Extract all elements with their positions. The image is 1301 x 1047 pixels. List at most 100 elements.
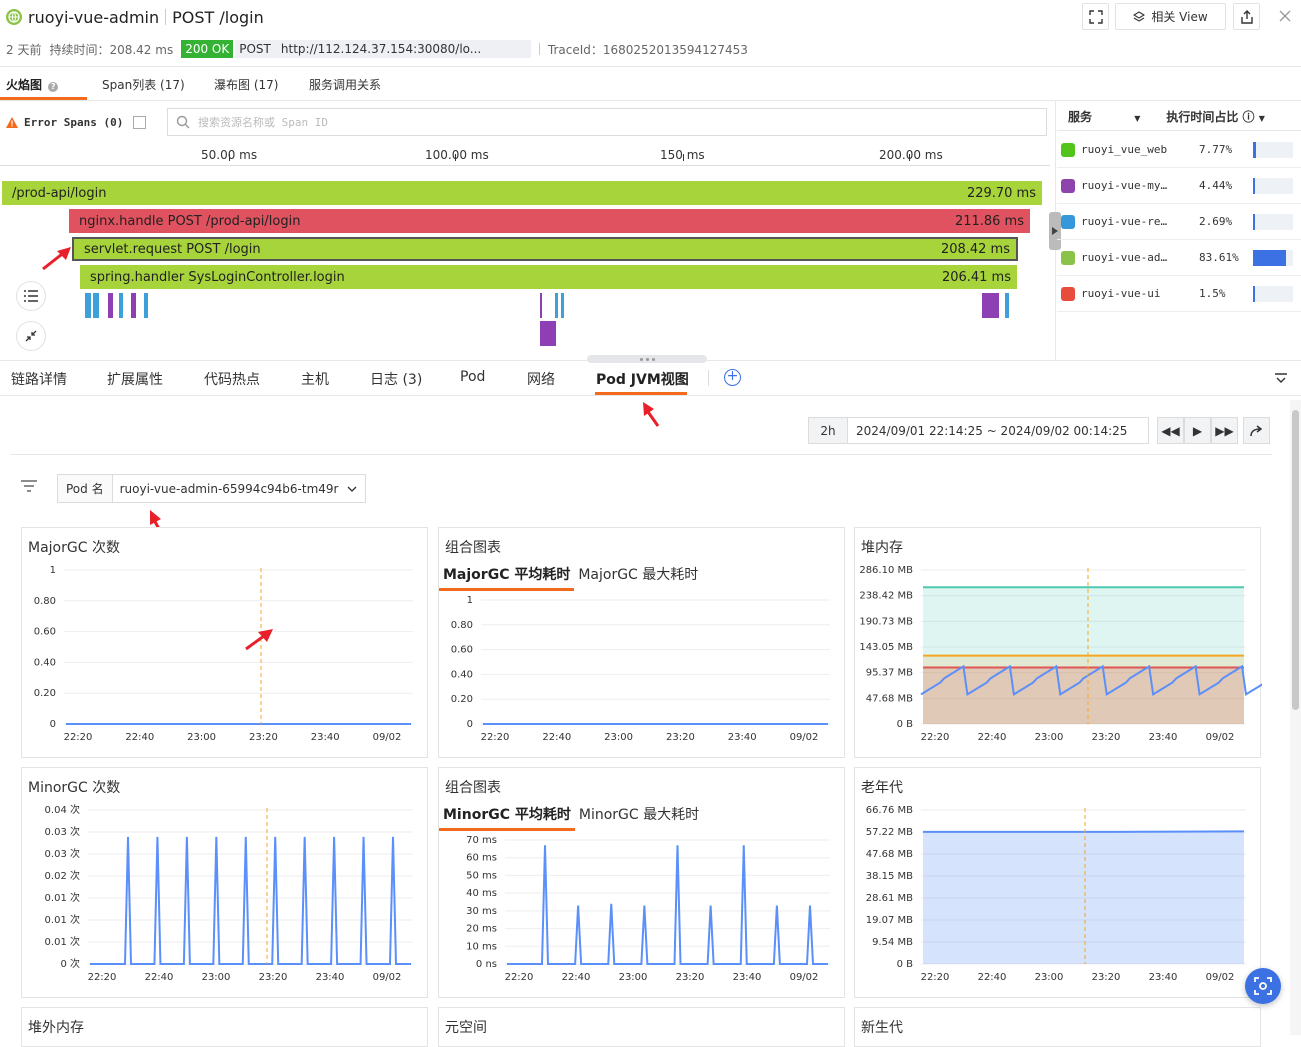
x-tick-label: 22:20 xyxy=(88,972,117,983)
fullscreen-button[interactable] xyxy=(1082,3,1109,30)
y-tick-label: 0.01 次 xyxy=(45,935,80,948)
y-tick-label: 1 xyxy=(50,565,56,576)
filter-button[interactable] xyxy=(20,478,38,497)
service-pct: 7.77% xyxy=(1199,143,1253,156)
x-tick-label: 23:40 xyxy=(1149,732,1178,743)
x-tick-label: 23:20 xyxy=(1092,972,1121,983)
flame-span[interactable]: /prod-api/login229.70 ms xyxy=(2,181,1042,205)
flame-span-small[interactable] xyxy=(93,293,99,318)
error-spans-toggle[interactable]: Error Spans (0) xyxy=(0,109,156,135)
y-tick-label: 10 ms xyxy=(466,941,497,952)
flame-span-small[interactable] xyxy=(555,293,558,318)
flame-span-small[interactable] xyxy=(1005,293,1009,318)
col-ratio[interactable]: 执行时间占比 ⓘ ▼ xyxy=(1166,108,1265,125)
rewind-button[interactable]: ◀◀ xyxy=(1157,417,1184,444)
flame-span-small[interactable] xyxy=(540,321,556,346)
y-tick-label: 286.10 MB xyxy=(859,565,913,576)
flame-span-small[interactable] xyxy=(540,293,542,318)
flame-span-selected[interactable]: servlet.request POST /login208.42 ms xyxy=(72,237,1018,261)
expand-icon xyxy=(1089,10,1103,24)
pod-name-select[interactable]: Pod 名 ruoyi-vue-admin-65994c94b6-tm49r xyxy=(57,474,366,503)
series-area xyxy=(923,667,1244,724)
detail-tab-logs[interactable]: 日志 (3) xyxy=(370,369,422,389)
flame-span-small[interactable] xyxy=(982,293,999,318)
y-tick-label: 0 B xyxy=(897,719,914,730)
service-globe-icon xyxy=(6,9,22,25)
help-icon: ? xyxy=(48,82,58,92)
redo-arrow-icon xyxy=(1250,425,1264,437)
related-view-button[interactable]: 相关 View xyxy=(1115,3,1226,30)
collapse-button[interactable] xyxy=(16,321,46,351)
search-icon xyxy=(176,115,190,129)
detail-tab-code-hotspot[interactable]: 代码热点 xyxy=(204,369,260,389)
col-service[interactable]: 服务 ▼ xyxy=(1068,108,1140,125)
span-search-input[interactable]: 搜索资源名称或 Span ID xyxy=(167,108,1047,136)
y-tick-label: 0.80 xyxy=(451,620,473,631)
service-row[interactable]: ruoyi-vue-my…4.44% xyxy=(1057,168,1301,204)
share-time-button[interactable] xyxy=(1243,417,1270,444)
x-tick-label: 22:40 xyxy=(562,972,591,983)
list-view-button[interactable] xyxy=(16,281,46,311)
collapse-down-icon xyxy=(1275,373,1287,383)
tab-service-map[interactable]: 服务调用关系 xyxy=(309,76,381,93)
x-tick-label: 23:20 xyxy=(249,732,278,743)
y-tick-label: 0 xyxy=(467,719,473,730)
search-placeholder: 搜索资源名称或 Span ID xyxy=(198,114,328,130)
flame-span[interactable]: nginx.handle POST /prod-api/login211.86 … xyxy=(69,209,1030,233)
detail-tab-network[interactable]: 网络 xyxy=(527,369,555,389)
detail-tab-attributes[interactable]: 扩展属性 xyxy=(107,369,163,389)
y-tick-label: 9.54 MB xyxy=(872,937,913,948)
scan-icon xyxy=(1254,977,1272,995)
detail-tab-trace[interactable]: 链路详情 xyxy=(11,369,67,389)
trace-id[interactable]: TraceId：1680252013594127453 xyxy=(548,41,748,58)
tab-flamegraph[interactable]: 火焰图 ? xyxy=(6,76,58,93)
flame-span-small[interactable] xyxy=(119,293,123,318)
tab-span-list[interactable]: Span列表 (17) xyxy=(102,76,185,93)
time-range-picker[interactable]: 2024/09/01 22:14:25 ~ 2024/09/02 00:14:2… xyxy=(847,417,1149,444)
y-tick-label: 0.80 xyxy=(34,596,56,607)
flame-span-small[interactable] xyxy=(144,293,148,318)
forward-icon: ▶▶ xyxy=(1215,424,1233,438)
collapse-panel-button[interactable] xyxy=(1266,366,1296,390)
ratio-fill xyxy=(1253,178,1255,194)
detail-tab-pod-jvm[interactable]: Pod JVM视图 xyxy=(596,369,689,389)
chart-title: 新生代 xyxy=(861,1017,903,1037)
flame-span-small[interactable] xyxy=(561,293,564,318)
service-row[interactable]: ruoyi_vue_web7.77% xyxy=(1057,132,1301,168)
tab-waterfall[interactable]: 瀑布图 (17) xyxy=(214,76,278,93)
detail-tab-pod[interactable]: Pod xyxy=(460,369,485,385)
service-pct: 2.69% xyxy=(1199,215,1253,228)
add-tab-button[interactable]: + xyxy=(724,369,741,386)
resize-handle[interactable] xyxy=(587,355,707,363)
y-tick-label: 1 xyxy=(467,595,473,606)
time-preset[interactable]: 2h xyxy=(808,417,848,444)
y-tick-label: 47.68 MB xyxy=(866,849,913,860)
ratio-fill xyxy=(1253,250,1286,266)
chart-svg: 66.76 MB57.22 MB47.68 MB38.15 MB28.61 MB… xyxy=(855,768,1262,999)
y-tick-label: 0.02 次 xyxy=(45,869,80,882)
service-row[interactable]: ruoyi-vue-ad…83.61% xyxy=(1057,240,1301,276)
x-tick-label: 23:00 xyxy=(1035,972,1064,983)
error-spans-checkbox[interactable] xyxy=(133,116,146,129)
service-ratio-bar xyxy=(1253,178,1293,194)
service-row[interactable]: ruoyi-vue-ui1.5% xyxy=(1057,276,1301,312)
annotation-arrow-icon xyxy=(40,245,74,273)
share-button[interactable] xyxy=(1233,3,1260,30)
y-tick-label: 0.04 次 xyxy=(45,803,80,816)
assistant-fab[interactable] xyxy=(1245,968,1281,1004)
y-tick-label: 50 ms xyxy=(466,870,497,881)
scrollbar-thumb[interactable] xyxy=(1292,410,1299,710)
detail-tab-host[interactable]: 主机 xyxy=(301,369,329,389)
close-button[interactable] xyxy=(1275,6,1295,26)
request-url[interactable]: http://112.124.37.154:30080/lo... xyxy=(275,40,531,58)
flame-span-small[interactable] xyxy=(85,293,91,318)
service-row[interactable]: ruoyi-vue-re…2.69% xyxy=(1057,204,1301,240)
time-ago: 2 天前 xyxy=(6,41,41,58)
play-button[interactable]: ▶ xyxy=(1184,417,1211,444)
x-tick-label: 23:40 xyxy=(733,972,762,983)
forward-button[interactable]: ▶▶ xyxy=(1211,417,1238,444)
flame-span-small[interactable] xyxy=(108,293,113,318)
flame-span-small[interactable] xyxy=(131,293,136,318)
chart-card: 新生代 xyxy=(854,1007,1261,1047)
flame-span[interactable]: spring.handler SysLoginController.login2… xyxy=(80,265,1017,289)
